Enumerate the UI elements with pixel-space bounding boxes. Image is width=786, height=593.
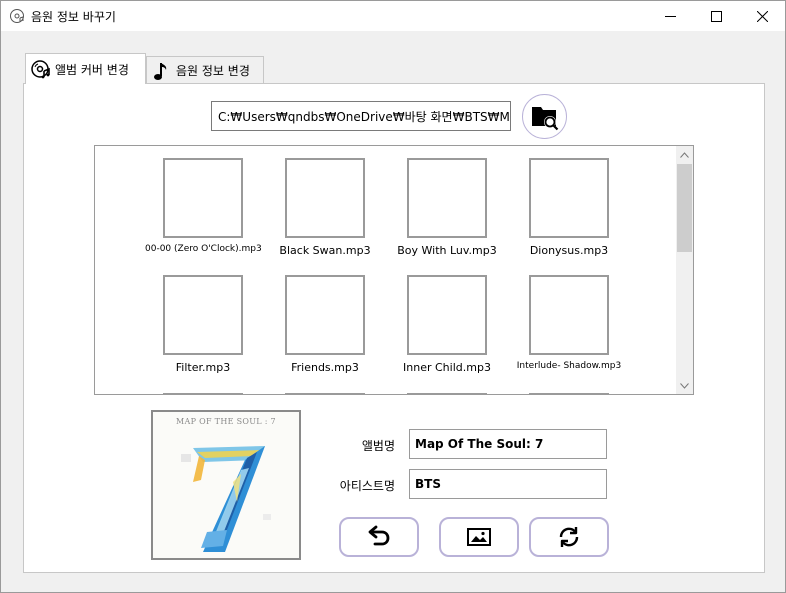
chevron-down-icon	[680, 382, 689, 389]
file-list[interactable]: 00-00 (Zero O'Clock).mp3 Black Swan.mp3 …	[94, 145, 694, 395]
file-name: Boy With Luv.mp3	[397, 244, 497, 257]
window-title: 음원 정보 바꾸기	[31, 10, 116, 24]
file-thumbnail	[163, 158, 243, 238]
scroll-up-button[interactable]	[676, 146, 693, 163]
next-row-thumbnail-edge	[529, 393, 609, 394]
app-window: 음원 정보 바꾸기 앨범 커버 변경 음원 정보 변경 C:₩Users₩qnd…	[0, 0, 786, 593]
file-item[interactable]: Black Swan.mp3	[267, 158, 383, 257]
file-name: Black Swan.mp3	[279, 244, 371, 257]
chevron-up-icon	[680, 151, 689, 158]
file-thumbnail	[529, 158, 609, 238]
close-icon	[756, 10, 768, 22]
folder-search-icon	[531, 106, 558, 130]
music-note-icon	[154, 62, 167, 80]
file-thumbnail	[407, 158, 487, 238]
file-item[interactable]: Dionysus.mp3	[511, 158, 627, 257]
tab-album-cover[interactable]: 앨범 커버 변경	[25, 53, 146, 84]
album-disc-icon	[31, 60, 50, 79]
tab-label: 음원 정보 변경	[176, 64, 250, 78]
minimize-button[interactable]	[647, 1, 693, 31]
refresh-icon	[559, 527, 579, 547]
artist-name-input[interactable]: BTS	[409, 469, 607, 499]
file-item[interactable]: Interlude- Shadow.mp3	[511, 275, 627, 371]
scroll-thumb[interactable]	[677, 164, 692, 252]
file-list-scrollbar[interactable]	[676, 146, 693, 394]
file-thumbnail	[407, 275, 487, 355]
refresh-button[interactable]	[529, 517, 609, 557]
maximize-icon	[710, 10, 722, 22]
undo-icon	[368, 525, 390, 546]
next-row-thumbnail-edge	[163, 393, 243, 394]
artist-name-label: 아티스트명	[339, 479, 395, 493]
file-thumbnail	[285, 275, 365, 355]
next-row-thumbnail-edge	[285, 393, 365, 394]
undo-button[interactable]	[339, 517, 419, 557]
album-art-seven-image	[181, 446, 271, 552]
app-icon	[10, 9, 24, 23]
scroll-down-button[interactable]	[676, 377, 693, 394]
next-row-thumbnail-edge	[407, 393, 487, 394]
file-name: Inner Child.mp3	[403, 361, 491, 374]
file-thumbnail	[285, 158, 365, 238]
title-bar: 음원 정보 바꾸기	[1, 1, 785, 31]
browse-folder-button[interactable]	[522, 94, 567, 139]
minimize-icon	[664, 15, 676, 17]
file-thumbnail	[163, 275, 243, 355]
file-name: Dionysus.mp3	[529, 244, 609, 257]
select-image-button[interactable]	[439, 517, 519, 557]
file-item[interactable]: Boy With Luv.mp3	[389, 158, 505, 257]
file-item[interactable]: Filter.mp3	[145, 275, 261, 374]
file-item[interactable]: Friends.mp3	[267, 275, 383, 374]
folder-path-input[interactable]: C:₩Users₩qndbs₩OneDrive₩바탕 화면₩BTS₩Map O	[211, 101, 511, 131]
tab-label: 앨범 커버 변경	[55, 62, 129, 77]
file-name: 00-00 (Zero O'Clock).mp3	[145, 244, 262, 254]
file-name: Interlude- Shadow.mp3	[516, 361, 622, 371]
album-name-input[interactable]: Map Of The Soul: 7	[409, 429, 607, 459]
file-name: Filter.mp3	[175, 361, 231, 374]
maximize-button[interactable]	[693, 1, 739, 31]
image-icon	[467, 528, 491, 546]
album-name-label: 앨범명	[361, 439, 395, 453]
file-name: Friends.mp3	[291, 361, 359, 374]
tab-track-info[interactable]: 음원 정보 변경	[146, 56, 264, 84]
file-item[interactable]: 00-00 (Zero O'Clock).mp3	[145, 158, 262, 254]
file-item[interactable]: Inner Child.mp3	[389, 275, 505, 374]
file-thumbnail	[529, 275, 609, 355]
album-cover-preview: MAP OF THE SOUL : 7	[151, 410, 301, 560]
close-button[interactable]	[739, 1, 785, 31]
